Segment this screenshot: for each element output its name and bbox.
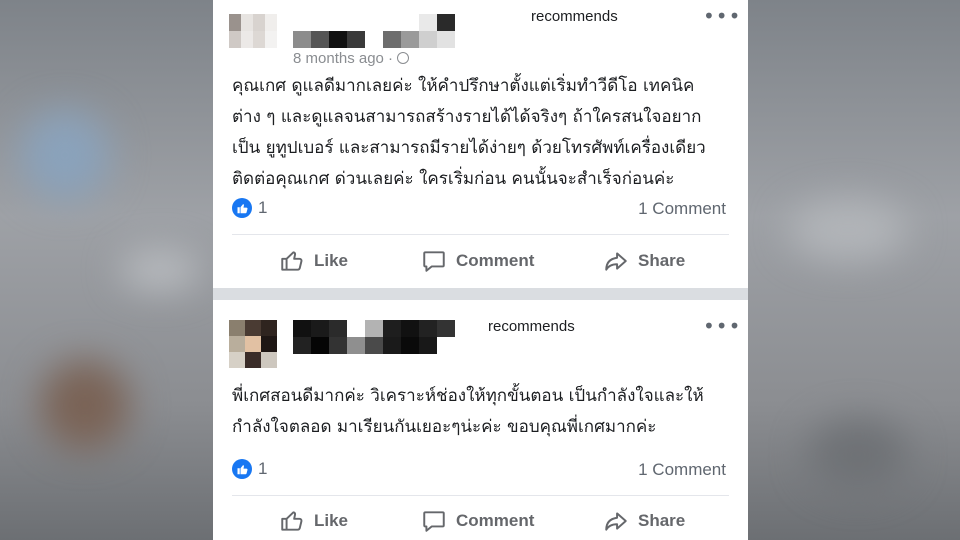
recommendation-post: recommends ••• พี่เกศสอนดีมากค่ะ วิเคราะ… xyxy=(213,300,748,540)
comment-bubble-icon xyxy=(423,251,445,272)
comment-button[interactable]: Comment xyxy=(421,241,534,281)
like-button[interactable]: Like xyxy=(279,241,348,281)
like-label: Like xyxy=(314,251,349,270)
like-reaction-icon xyxy=(232,459,252,479)
divider-line xyxy=(232,495,729,496)
comment-button[interactable]: Comment xyxy=(421,501,534,540)
comment-label: Comment xyxy=(456,511,535,530)
comment-count[interactable]: 1 Comment xyxy=(638,460,726,480)
globe-icon xyxy=(397,52,410,64)
comment-bubble-icon xyxy=(423,511,445,532)
like-label: Like xyxy=(314,511,349,530)
post-actions: Like Comment Share xyxy=(213,501,748,540)
share-label: Share xyxy=(638,251,686,270)
divider-line xyxy=(232,234,729,235)
reaction-summary[interactable]: 1 xyxy=(232,459,267,479)
recommends-label: recommends xyxy=(531,8,618,25)
post-text: คุณเกศ ดูแลดีมากเลยค่ะ ให้คำปรึกษาตั้งแต… xyxy=(232,76,706,189)
more-options-icon[interactable]: ••• xyxy=(703,6,741,26)
like-reaction-icon xyxy=(232,198,252,218)
post-text: พี่เกศสอนดีมากค่ะ วิเคราะห์ช่องให้ทุกขั้… xyxy=(232,386,704,437)
recommends-label: recommends xyxy=(488,318,575,335)
author-name-censored[interactable] xyxy=(293,320,455,354)
thumbs-up-icon xyxy=(281,511,303,531)
more-options-icon[interactable]: ••• xyxy=(703,316,741,336)
comment-label: Comment xyxy=(456,251,535,270)
post-actions: Like Comment Share xyxy=(213,241,748,281)
like-button[interactable]: Like xyxy=(279,501,348,540)
blurred-background-right xyxy=(748,0,960,540)
reaction-summary[interactable]: 1 xyxy=(232,198,267,218)
avatar[interactable] xyxy=(229,320,277,368)
thumbs-up-icon xyxy=(281,251,303,271)
comment-count[interactable]: 1 Comment xyxy=(638,199,726,219)
author-name-censored[interactable] xyxy=(293,14,455,48)
share-label: Share xyxy=(638,511,686,530)
share-button[interactable]: Share xyxy=(603,501,685,540)
facebook-feed: recommends ••• 8 months ago · คุณเกศ ดูแ… xyxy=(213,0,748,540)
avatar[interactable] xyxy=(229,14,277,48)
like-count: 1 xyxy=(258,459,268,478)
recommendation-post: recommends ••• 8 months ago · คุณเกศ ดูแ… xyxy=(213,0,748,288)
feed-divider xyxy=(213,288,748,300)
share-button[interactable]: Share xyxy=(603,241,685,281)
timestamp-text: 8 months ago · xyxy=(293,50,394,67)
blurred-background-left xyxy=(0,0,213,540)
share-arrow-icon xyxy=(605,512,627,531)
like-count: 1 xyxy=(258,198,268,217)
share-arrow-icon xyxy=(605,252,627,271)
post-timestamp[interactable]: 8 months ago · xyxy=(293,50,410,67)
